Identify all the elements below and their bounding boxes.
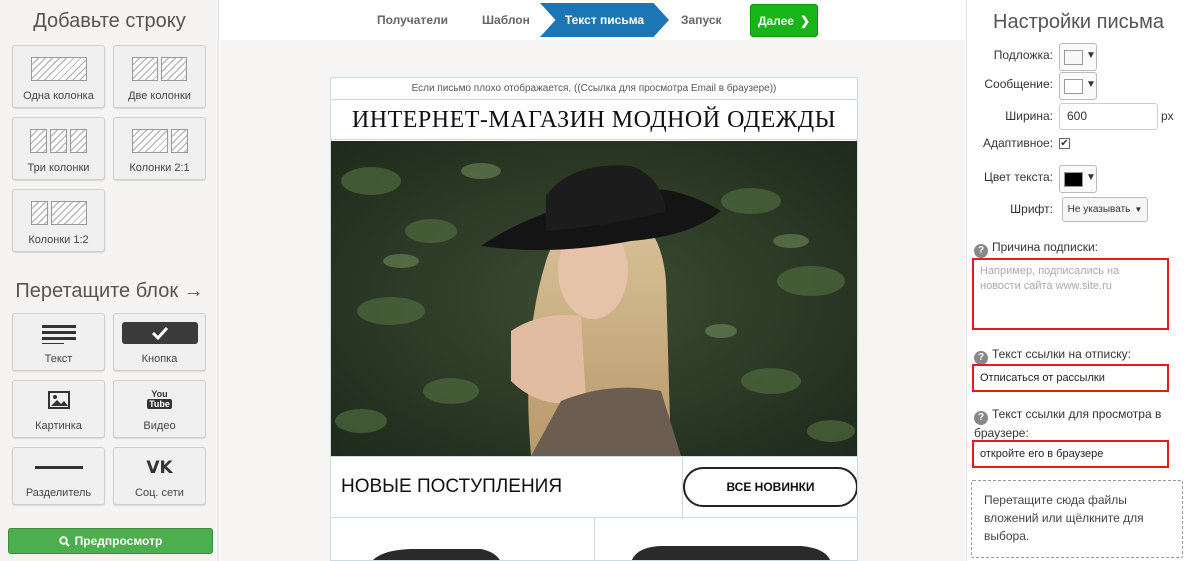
block-label: Кнопка xyxy=(141,353,178,365)
background-label: Подложка: xyxy=(993,48,1053,62)
reason-label: ? Причина подписки: xyxy=(974,239,1184,258)
column-divider xyxy=(594,518,595,560)
step-recipients[interactable]: Получатели xyxy=(377,13,448,27)
next-button-label: Далее xyxy=(757,13,794,28)
caret-down-icon: ▼ xyxy=(1134,205,1143,214)
help-icon[interactable]: ? xyxy=(974,351,988,365)
font-dropdown-value: Не указывать xyxy=(1067,204,1131,215)
image-icon xyxy=(13,391,104,409)
step-template[interactable]: Шаблон xyxy=(482,13,530,27)
search-icon xyxy=(58,535,70,547)
font-dropdown[interactable]: Не указывать ▼ xyxy=(1062,197,1148,222)
product-image xyxy=(631,546,831,560)
left-panel: Добавьте строку Одна колонка Две колонки… xyxy=(0,0,219,561)
color-swatch xyxy=(1064,79,1083,94)
row-layout-label: Колонки 1:2 xyxy=(28,234,89,246)
rows-title: Добавьте строку xyxy=(33,10,186,32)
row-layout-columns-1-2[interactable]: Колонки 1:2 xyxy=(12,189,105,252)
new-arrivals-heading[interactable]: НОВЫЕ ПОСТУПЛЕНИЯ xyxy=(341,476,562,498)
reason-label-text: Причина подписки: xyxy=(992,240,1098,254)
settings-title: Настройки письма xyxy=(993,11,1164,33)
caret-down-icon: ▼ xyxy=(1086,172,1096,183)
three-columns-icon xyxy=(13,129,104,153)
attachments-dropzone[interactable]: Перетащите сюда файлы вложений или щёлкн… xyxy=(971,480,1183,558)
columns-1-2-icon xyxy=(13,201,104,225)
text-color-label: Цвет текста: xyxy=(983,170,1053,184)
all-new-button[interactable]: ВСЕ НОВИНКИ xyxy=(683,467,857,507)
block-video[interactable]: You Tube Видео xyxy=(113,380,206,438)
message-label: Сообщение: xyxy=(984,77,1053,91)
block-button[interactable]: Кнопка xyxy=(113,313,206,371)
settings-panel: Настройки письма Подложка: ▼ Сообщение: … xyxy=(966,0,1189,561)
color-swatch xyxy=(1064,50,1083,65)
chevron-right-icon: ❯ xyxy=(799,13,811,28)
adaptive-label: Адаптивное: xyxy=(982,136,1053,150)
hero-image[interactable] xyxy=(331,141,857,456)
next-button[interactable]: Далее ❯ xyxy=(750,4,818,37)
block-label: Текст xyxy=(44,353,73,365)
help-icon[interactable]: ? xyxy=(974,411,988,425)
email-canvas: Если письмо плохо отображается, ((Ссылка… xyxy=(220,40,965,561)
block-text[interactable]: Текст xyxy=(12,313,105,371)
block-social[interactable]: VK Соц. сети xyxy=(113,447,206,505)
font-label: Шрифт: xyxy=(1010,202,1053,216)
step-email-text[interactable]: Текст письма xyxy=(540,3,669,37)
message-color-picker[interactable]: ▼ xyxy=(1059,72,1097,100)
block-label: Видео xyxy=(143,420,176,432)
text-color-picker[interactable]: ▼ xyxy=(1059,165,1097,193)
adaptive-checkbox[interactable]: ✔ xyxy=(1059,138,1070,149)
block-label: Соц. сети xyxy=(135,487,184,499)
view-in-browser-line[interactable]: Если письмо плохо отображается, ((Ссылка… xyxy=(331,78,857,100)
email-preview[interactable]: Если письмо плохо отображается, ((Ссылка… xyxy=(330,77,858,561)
row-layout-two-columns[interactable]: Две колонки xyxy=(113,45,206,108)
width-label: Ширина: xyxy=(1005,109,1053,123)
unsubscribe-label-text: Текст ссылки на отписку: xyxy=(992,347,1131,361)
row-layout-columns-2-1[interactable]: Колонки 2:1 xyxy=(113,117,206,180)
row-layout-label: Две колонки xyxy=(128,90,191,102)
block-divider[interactable]: Разделитель xyxy=(12,447,105,505)
block-label: Картинка xyxy=(35,420,82,432)
row-layout-one-column[interactable]: Одна колонка xyxy=(12,45,105,108)
step-launch[interactable]: Запуск xyxy=(681,13,722,27)
row-layout-label: Одна колонка xyxy=(23,90,94,102)
color-swatch xyxy=(1064,172,1083,187)
reason-textarea[interactable]: Например, подписались на новости сайта w… xyxy=(972,258,1169,330)
preview-button-label: Предпросмотр xyxy=(74,534,163,548)
browser-link-label: ? Текст ссылки для просмотра в браузере: xyxy=(974,406,1184,441)
new-arrivals-row[interactable]: НОВЫЕ ПОСТУПЛЕНИЯ ВСЕ НОВИНКИ xyxy=(331,456,857,519)
one-column-icon xyxy=(13,57,104,81)
product-image xyxy=(372,549,500,560)
help-icon[interactable]: ? xyxy=(974,244,988,258)
browser-link-label-text: Текст ссылки для просмотра в браузере: xyxy=(974,407,1162,440)
divider-line-icon xyxy=(13,466,104,470)
unsubscribe-label: ? Текст ссылки на отписку: xyxy=(974,346,1184,365)
block-image[interactable]: Картинка xyxy=(12,380,105,438)
row-layout-label: Три колонки xyxy=(27,162,90,174)
shop-title[interactable]: ИНТЕРНЕТ-МАГАЗИН МОДНОЙ ОДЕЖДЫ xyxy=(331,100,857,140)
background-color-picker[interactable]: ▼ xyxy=(1059,43,1097,71)
wizard-steps: Получатели Шаблон Текст письма Запуск Да… xyxy=(220,0,965,40)
unsubscribe-input[interactable]: Отписаться от рассылки xyxy=(972,364,1169,392)
row-layout-label: Колонки 2:1 xyxy=(129,162,190,174)
caret-down-icon: ▼ xyxy=(1086,50,1096,61)
width-unit: px xyxy=(1161,109,1174,123)
vk-icon: VK xyxy=(146,458,173,478)
block-label: Разделитель xyxy=(25,487,92,499)
text-lines-icon xyxy=(13,324,104,344)
two-columns-icon xyxy=(114,57,205,81)
width-input[interactable]: 600 xyxy=(1059,103,1158,130)
browser-link-input[interactable]: откройте его в браузере xyxy=(972,440,1169,468)
button-check-icon xyxy=(114,322,205,344)
checkmark-icon: ✔ xyxy=(1060,138,1069,149)
step-email-text-label: Текст письма xyxy=(564,13,645,27)
columns-2-1-icon xyxy=(114,129,205,153)
preview-button[interactable]: Предпросмотр xyxy=(8,528,213,554)
caret-down-icon: ▼ xyxy=(1086,79,1096,90)
blocks-title: Перетащите блок → xyxy=(15,280,204,302)
youtube-icon: You Tube xyxy=(147,389,172,409)
row-layout-three-columns[interactable]: Три колонки xyxy=(12,117,105,180)
